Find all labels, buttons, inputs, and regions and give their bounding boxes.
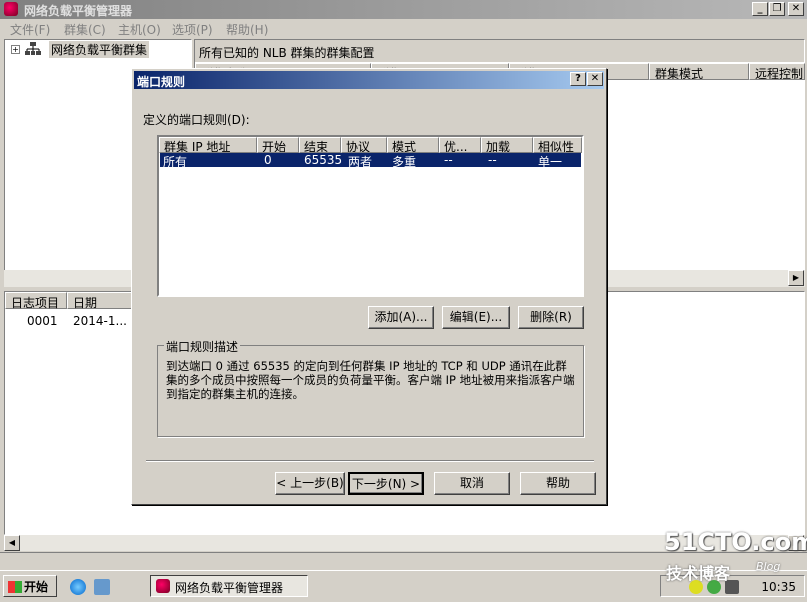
column-header-protocol[interactable]: 协议 (341, 137, 387, 153)
column-header-priority[interactable]: 优... (439, 137, 481, 153)
column-header-log-item[interactable]: 日志项目 (5, 292, 67, 310)
column-header-end[interactable]: 结束 (299, 137, 341, 153)
menu-options[interactable]: 选项(P) (172, 21, 213, 38)
taskbar-item-label: 网络负载平衡管理器 (175, 581, 284, 595)
tree-expand-icon[interactable]: + (11, 45, 20, 54)
menu-cluster[interactable]: 群集(C) (64, 21, 106, 38)
add-button[interactable]: 添加(A)... (368, 306, 434, 329)
menu-file[interactable]: 文件(F) (10, 21, 50, 38)
edit-button[interactable]: 编辑(E)... (442, 306, 510, 329)
help-icon[interactable]: ? (570, 72, 586, 86)
pane-caption: 所有已知的 NLB 群集的群集配置 (195, 40, 804, 62)
window-title: 网络负载平衡管理器 (24, 4, 133, 18)
menu-help[interactable]: 帮助(H) (226, 21, 268, 38)
start-label: 开始 (24, 580, 49, 594)
column-header-remote-control[interactable]: 远程控制 (749, 63, 805, 80)
help-button[interactable]: 帮助 (520, 472, 596, 495)
divider (146, 460, 594, 462)
cell-mode: 多重 (392, 155, 417, 169)
column-header-load[interactable]: 加载 (481, 137, 533, 153)
column-header-affinity[interactable]: 相似性 (533, 137, 582, 153)
rules-list-label: 定义的端口规则(D): (143, 113, 250, 127)
description-legend: 端口规则描述 (164, 338, 241, 355)
cancel-button[interactable]: 取消 (434, 472, 510, 495)
restore-button[interactable]: ❐ (769, 2, 785, 16)
watermark-logo: 51CTO.com 技术博客 Blog (664, 528, 807, 588)
ie-icon[interactable] (70, 579, 86, 595)
cell-priority: -- (444, 153, 453, 167)
app-icon (156, 579, 170, 593)
close-button[interactable]: ✕ (788, 2, 804, 16)
rule-description-group: 端口规则描述 到达端口 0 通过 65535 的定向到任何群集 IP 地址的 T… (157, 338, 584, 437)
next-button[interactable]: 下一步(N) > (348, 472, 424, 495)
dialog-title-bar: 端口规则 ? ✕ (134, 71, 604, 89)
column-header-start[interactable]: 开始 (257, 137, 299, 153)
scroll-left-icon[interactable]: ◀ (4, 535, 20, 551)
column-header-cluster-mode[interactable]: 群集模式 (649, 63, 749, 80)
menu-host[interactable]: 主机(O) (118, 21, 161, 38)
scroll-right-icon[interactable]: ▶ (788, 270, 804, 286)
port-rules-dialog: 端口规则 ? ✕ 定义的端口规则(D): 群集 IP 地址 开始 结束 协议 模… (131, 68, 607, 505)
table-row[interactable]: 所有 0 65535 两者 多重 -- -- 单一 (160, 153, 581, 169)
windows-flag-icon (8, 581, 22, 593)
taskbar-item-nlb-manager[interactable]: 网络负载平衡管理器 (150, 575, 308, 597)
start-button[interactable]: 开始 (3, 575, 57, 597)
dialog-close-icon[interactable]: ✕ (587, 72, 603, 86)
cell-protocol: 两者 (348, 155, 373, 169)
title-bar: 网络负载平衡管理器 _ ❐ ✕ (0, 0, 807, 19)
port-rules-list[interactable]: 群集 IP 地址 开始 结束 协议 模式 优... 加载 相似性 所有 0 65… (157, 135, 584, 297)
watermark-subtitle: 技术博客 (666, 564, 731, 583)
tree-root-label[interactable]: 网络负载平衡群集 (49, 41, 150, 58)
dialog-title: 端口规则 (137, 75, 186, 89)
app-icon (4, 2, 18, 16)
watermark-blog: Blog (756, 560, 781, 573)
delete-button[interactable]: 删除(R) (518, 306, 584, 329)
cell-ip: 所有 (163, 155, 188, 169)
back-button[interactable]: < 上一步(B) (275, 472, 345, 495)
cell-affinity: 单一 (538, 155, 563, 169)
column-header-mode[interactable]: 模式 (387, 137, 439, 153)
network-cluster-icon (25, 42, 41, 55)
watermark-brand: 51CTO.com (664, 528, 807, 556)
cell-start: 0 (264, 153, 272, 167)
cell-load: -- (488, 153, 497, 167)
description-text: 到达端口 0 通过 65535 的定向到任何群集 IP 地址的 TCP 和 UD… (166, 359, 575, 401)
explorer-icon[interactable] (94, 579, 110, 595)
log-date-cell: 2014-1... (73, 314, 127, 328)
column-header-ip[interactable]: 群集 IP 地址 (159, 137, 257, 153)
menu-bar: 文件(F) 群集(C) 主机(O) 选项(P) 帮助(H) (0, 19, 807, 38)
cell-end: 65535 (304, 153, 343, 167)
column-header-date[interactable]: 日期 (67, 292, 137, 310)
minimize-button[interactable]: _ (752, 2, 768, 16)
log-item-cell: 0001 (27, 314, 58, 328)
